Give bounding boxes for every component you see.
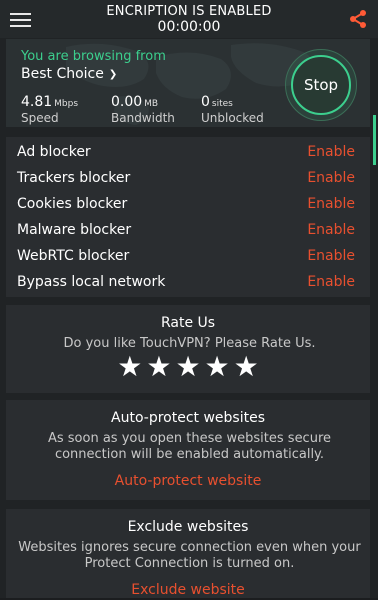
- auto-protect-text: As soon as you open these websites secur…: [47, 431, 332, 462]
- blocker-name: Bypass local network: [17, 274, 166, 290]
- auto-protect-link[interactable]: Auto-protect website: [6, 473, 370, 489]
- stop-button[interactable]: Stop: [285, 49, 357, 121]
- exclude-websites-text: Websites ignores secure connection even …: [18, 540, 361, 571]
- bandwidth-unit: MB: [144, 99, 159, 109]
- blocker-row-webrtc[interactable]: WebRTC blocker Enable: [6, 243, 370, 269]
- location-name: Best Choice: [21, 66, 104, 82]
- exclude-website-link[interactable]: Exclude website: [6, 582, 370, 598]
- chevron-down-icon: ❯: [108, 68, 118, 80]
- rate-us-title: Rate Us: [160, 315, 216, 331]
- enable-cookies-blocker-button[interactable]: Enable: [307, 196, 355, 212]
- blocker-name: Cookies blocker: [17, 196, 128, 212]
- bandwidth-stat: 0.00 MB Bandwidth: [111, 91, 175, 125]
- connection-panel: You are browsing from Best Choice ❯ 4.81 M…: [6, 39, 370, 127]
- auto-protect-card: Auto-protect websites As soon as you ope…: [6, 400, 370, 500]
- blocker-row-trackers[interactable]: Trackers blocker Enable: [6, 165, 370, 191]
- rate-us-card: Rate Us Do you like TouchVPN? Please Rat…: [6, 305, 370, 393]
- speed-unit: Mbps: [54, 99, 79, 109]
- star-icon-5[interactable]: ★: [234, 352, 259, 382]
- blocker-row-ad[interactable]: Ad blocker Enable: [6, 139, 370, 165]
- side-indicator: [373, 115, 376, 165]
- exclude-websites-title: Exclude websites: [127, 519, 249, 535]
- blocker-name: Ad blocker: [17, 144, 91, 160]
- enable-malware-blocker-button[interactable]: Enable: [307, 222, 355, 238]
- browsing-from-label: You are browsing from: [21, 49, 166, 64]
- stop-button-label: Stop: [291, 55, 351, 115]
- bandwidth-value: 0.00: [111, 94, 143, 110]
- blocker-row-cookies[interactable]: Cookies blocker Enable: [6, 191, 370, 217]
- star-icon-2[interactable]: ★: [146, 352, 171, 382]
- star-icon-1[interactable]: ★: [117, 352, 142, 382]
- unblocked-label: Unblocked: [201, 111, 264, 125]
- unblocked-value: 0: [201, 94, 210, 110]
- blocker-row-malware[interactable]: Malware blocker Enable: [6, 217, 370, 243]
- blockers-list: Ad blocker Enable Trackers blocker Enabl…: [6, 137, 370, 297]
- enable-trackers-blocker-button[interactable]: Enable: [307, 170, 355, 186]
- location-selector[interactable]: Best Choice ❯: [21, 66, 117, 82]
- blocker-name: WebRTC blocker: [17, 248, 130, 264]
- unblocked-stat: 0 sites Unblocked: [201, 91, 264, 125]
- blocker-name: Trackers blocker: [17, 170, 131, 186]
- auto-protect-title: Auto-protect websites: [111, 410, 265, 426]
- unblocked-unit: sites: [211, 99, 233, 109]
- encryption-status: ENCRIPTION IS ENABLED: [106, 4, 272, 19]
- star-icon-3[interactable]: ★: [175, 352, 200, 382]
- star-icon-4[interactable]: ★: [205, 352, 230, 382]
- speed-stat: 4.81 Mbps Speed: [21, 91, 78, 125]
- blocker-name: Malware blocker: [17, 222, 132, 238]
- enable-bypass-local-button[interactable]: Enable: [307, 274, 355, 290]
- enable-ad-blocker-button[interactable]: Enable: [307, 144, 355, 160]
- top-bar: ENCRIPTION IS ENABLED 00:00:00: [0, 0, 378, 38]
- exclude-websites-card: Exclude websites Websites ignores secure…: [6, 509, 370, 600]
- speed-label: Speed: [21, 111, 59, 125]
- speed-value: 4.81: [21, 94, 53, 110]
- blocker-row-bypass-local[interactable]: Bypass local network Enable: [6, 269, 370, 295]
- connection-timer: 00:00:00: [157, 19, 221, 35]
- rating-stars: ★ ★ ★ ★ ★: [6, 352, 370, 382]
- enable-webrtc-blocker-button[interactable]: Enable: [307, 248, 355, 264]
- bandwidth-label: Bandwidth: [111, 111, 175, 125]
- share-icon[interactable]: [348, 9, 368, 29]
